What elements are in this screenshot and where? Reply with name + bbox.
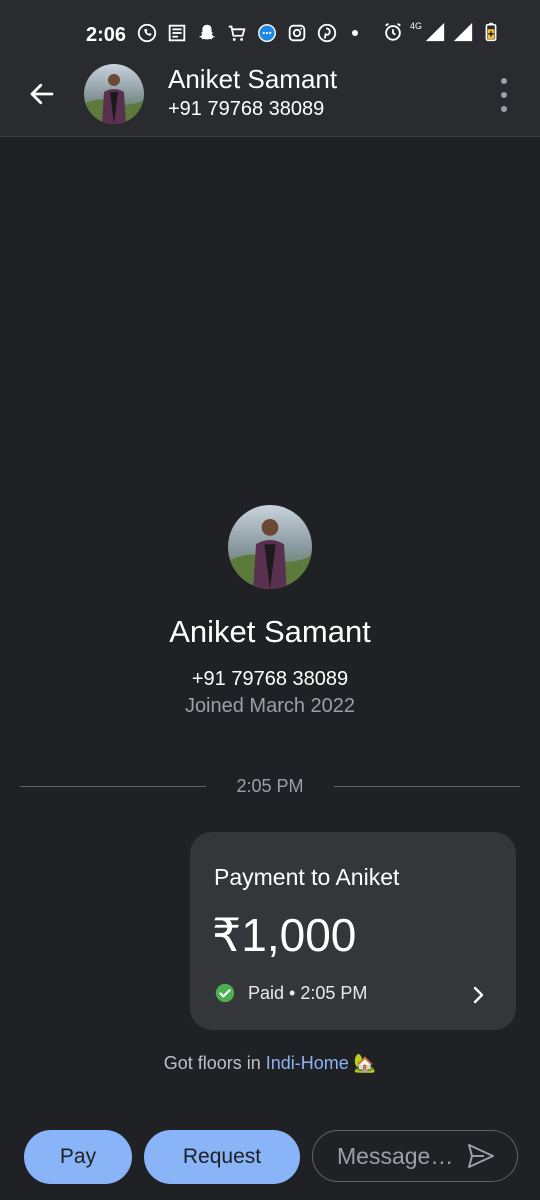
pay-button[interactable]: Pay	[24, 1130, 132, 1184]
compose-bar: Pay Request	[0, 1128, 540, 1188]
profile-photo	[228, 505, 312, 589]
signal-icon	[452, 21, 474, 43]
chat-bubble-icon	[256, 22, 278, 44]
cart-icon	[226, 22, 248, 44]
profile-avatar[interactable]	[228, 505, 312, 589]
chevron-right-icon	[473, 986, 484, 1004]
payment-status: Paid • 2:05 PM	[214, 982, 367, 1004]
payment-status-text: Paid • 2:05 PM	[248, 982, 368, 1003]
more-notifications-dot	[352, 30, 358, 36]
news-icon	[166, 22, 188, 44]
note-link[interactable]: Indi-Home	[266, 1053, 349, 1073]
house-emoji-icon: 🏡	[353, 1053, 377, 1073]
message-input[interactable]	[335, 1141, 469, 1171]
payment-card[interactable]: Payment to Aniket ₹1,000 Paid • 2:05 PM	[190, 832, 516, 1030]
divider-line	[334, 786, 520, 787]
signal-icon	[424, 21, 446, 43]
payment-amount: ₹1,000	[212, 909, 357, 961]
more-vert-icon	[501, 78, 507, 84]
status-time: 2:06	[86, 24, 127, 46]
note-text: Got floors in	[163, 1053, 266, 1073]
send-icon[interactable]	[467, 1143, 495, 1169]
message-box	[312, 1130, 518, 1182]
alarm-icon	[382, 21, 404, 43]
profile-phone: +91 79768 38089	[191, 668, 349, 690]
avatar[interactable]	[84, 64, 144, 124]
notification-icons	[136, 22, 358, 44]
payment-note: Got floors in Indi-Home 🏡	[0, 1053, 540, 1074]
more-vert-dot	[501, 92, 507, 98]
snapchat-icon	[196, 22, 218, 44]
timestamp-divider: 2:05 PM	[0, 766, 540, 806]
back-button[interactable]	[22, 74, 62, 114]
system-icons: 4G	[382, 21, 502, 43]
check-circle-icon	[215, 983, 235, 1003]
contact-name: Aniket Samant	[168, 64, 338, 94]
conversation-header: Aniket Samant +91 79768 38089	[0, 52, 540, 137]
arrow-left-icon	[30, 83, 54, 105]
whatsapp-icon	[136, 22, 158, 44]
payment-title: Payment to Aniket	[214, 864, 400, 890]
instagram-icon	[286, 22, 308, 44]
request-button[interactable]: Request	[144, 1130, 300, 1184]
profile-name: Aniket Samant	[169, 614, 371, 649]
network-4g-label: 4G	[409, 21, 422, 31]
avatar-photo	[84, 64, 144, 124]
more-vert-dot	[501, 106, 507, 112]
battery-icon	[480, 21, 502, 43]
more-options-button[interactable]	[492, 78, 516, 112]
contact-phone: +91 79768 38089	[168, 98, 325, 120]
profile-joined-date: Joined March 2022	[184, 695, 356, 717]
pinterest-icon	[316, 22, 338, 44]
